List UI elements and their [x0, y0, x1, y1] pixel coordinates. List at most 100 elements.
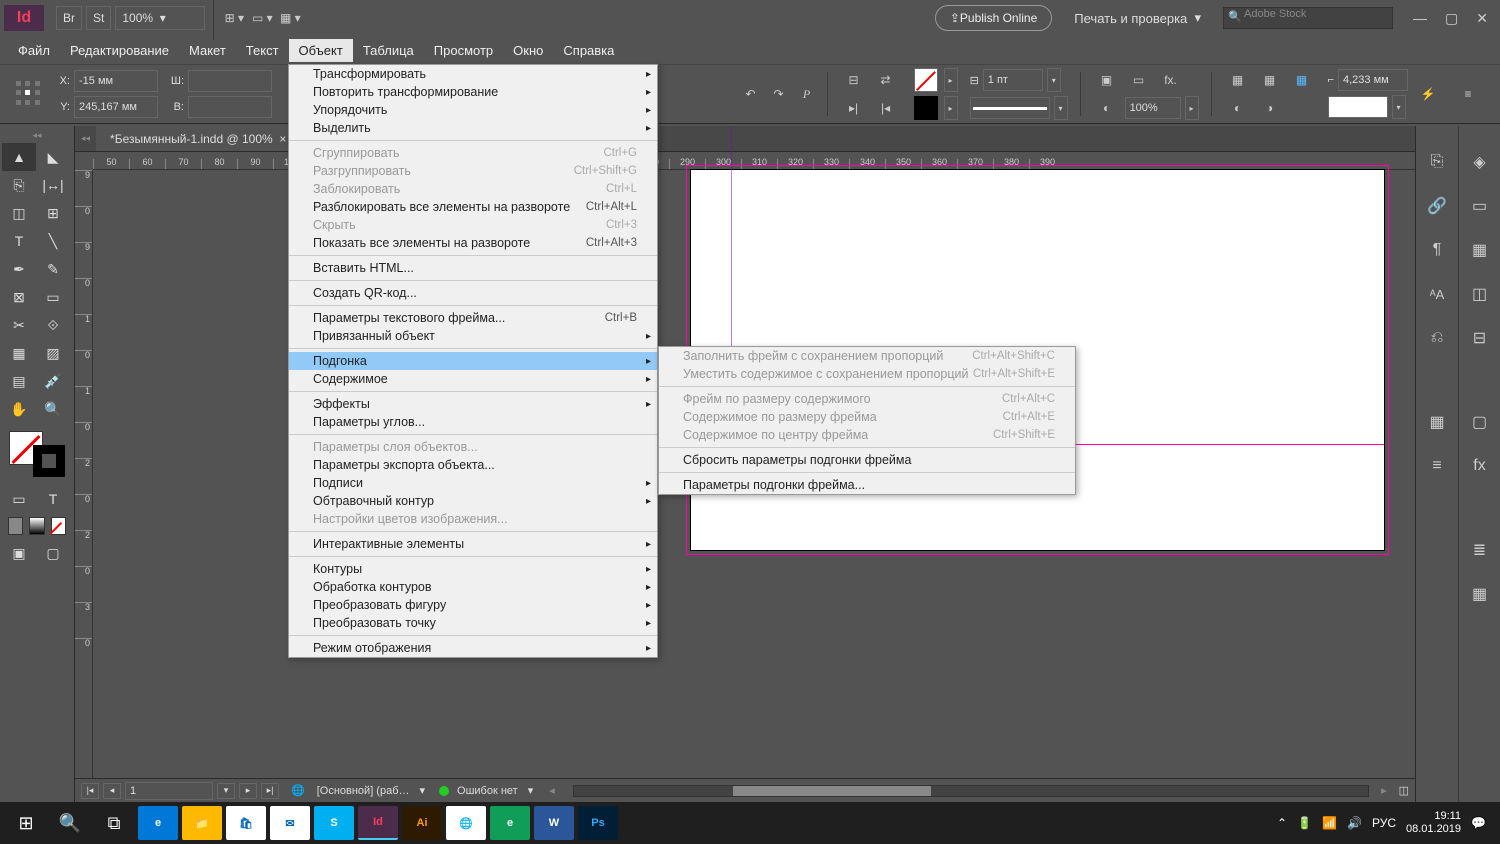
- pen-tool[interactable]: ✒: [2, 255, 36, 283]
- horizontal-scrollbar[interactable]: [573, 785, 1369, 797]
- explorer-app-icon[interactable]: 📁: [182, 806, 222, 840]
- illustrator-app-icon[interactable]: Ai: [402, 806, 442, 840]
- first-page-button[interactable]: |◂: [81, 783, 99, 799]
- apply-none[interactable]: [51, 517, 66, 535]
- edge-app-icon[interactable]: e: [138, 806, 178, 840]
- gradient-panel-icon[interactable]: ◫: [1468, 282, 1492, 306]
- open-icon[interactable]: 🌐: [291, 784, 305, 797]
- publish-online-button[interactable]: ⇪ Publish Online: [935, 5, 1052, 31]
- action-center-icon[interactable]: 💬: [1471, 816, 1486, 830]
- effects-strip-icon[interactable]: ≡: [1425, 454, 1449, 478]
- menu-window[interactable]: Окно: [503, 39, 553, 62]
- frame-fitting-icon[interactable]: ▭: [1127, 68, 1151, 92]
- scissors-tool[interactable]: ✂: [2, 311, 36, 339]
- gap-tool[interactable]: |↔|: [36, 171, 70, 199]
- paper-swatch[interactable]: [1328, 96, 1388, 118]
- menu-object[interactable]: Объект: [289, 39, 353, 62]
- flip-h-icon[interactable]: P: [795, 82, 819, 106]
- start-button[interactable]: ⊞: [4, 802, 48, 844]
- free-transform-tool[interactable]: ⟐: [36, 311, 70, 339]
- opacity-icon[interactable]: ◐: [1095, 96, 1119, 120]
- minimize-icon[interactable]: —: [1413, 10, 1427, 27]
- quick-apply-icon[interactable]: ⚡: [1416, 82, 1440, 106]
- split-view-icon[interactable]: ◫: [1399, 784, 1409, 797]
- auto-fit-icon[interactable]: ▣: [1095, 68, 1119, 92]
- fill-swatch[interactable]: [914, 68, 938, 92]
- align-icon[interactable]: ⊟: [842, 68, 866, 92]
- fill-dd[interactable]: ▸: [944, 68, 958, 92]
- zoom-select[interactable]: 100% ▾: [115, 6, 205, 30]
- word-app-icon[interactable]: W: [534, 806, 574, 840]
- menu-type[interactable]: Текст: [236, 39, 289, 62]
- prev-page-button[interactable]: ◂: [103, 783, 121, 799]
- stroke-dd[interactable]: ▸: [944, 96, 958, 120]
- text-wrap-none-icon[interactable]: ▦: [1226, 68, 1250, 92]
- zoom-tool[interactable]: 🔍: [36, 395, 70, 423]
- layers-panel-icon[interactable]: ◈: [1468, 150, 1492, 174]
- menu-item-вставить-html-[interactable]: Вставить HTML...: [289, 259, 657, 277]
- menu-item-привязанный-объект[interactable]: Привязанный объект: [289, 327, 657, 345]
- menu-item-подписи[interactable]: Подписи: [289, 474, 657, 492]
- fill-stroke-control[interactable]: [7, 429, 67, 479]
- menu-item-выделить[interactable]: Выделить: [289, 119, 657, 137]
- stroke-panel-icon[interactable]: ▭: [1468, 194, 1492, 218]
- battery-icon[interactable]: 🔋: [1297, 816, 1312, 830]
- preview-mode[interactable]: ▢: [36, 539, 70, 567]
- character-panel-icon[interactable]: ᴬA: [1425, 282, 1449, 306]
- rectangle-frame-tool[interactable]: ⊠: [2, 283, 36, 311]
- pencil-tool[interactable]: ✎: [36, 255, 70, 283]
- links-panel-icon[interactable]: 🔗: [1425, 194, 1449, 218]
- line-tool[interactable]: ╲: [36, 227, 70, 255]
- menu-item-преобразовать-точку[interactable]: Преобразовать точку: [289, 614, 657, 632]
- fx-button[interactable]: fx.: [1159, 68, 1183, 92]
- indesign-app-icon[interactable]: Id: [358, 806, 398, 840]
- info-panel-icon[interactable]: ▦: [1468, 582, 1492, 606]
- next-page-button[interactable]: ▸: [239, 783, 257, 799]
- menu-item-содержимое[interactable]: Содержимое: [289, 370, 657, 388]
- submenu-item-сбросить-параметры-подгонки-фрейма[interactable]: Сбросить параметры подгонки фрейма: [659, 451, 1075, 469]
- menu-item-параметры-углов-[interactable]: Параметры углов...: [289, 413, 657, 431]
- normal-view-mode[interactable]: ▣: [2, 539, 36, 567]
- w-input[interactable]: [188, 70, 272, 92]
- page-tool[interactable]: ⎘: [2, 171, 36, 199]
- menu-edit[interactable]: Редактирование: [60, 39, 179, 62]
- select-content-icon[interactable]: |◂: [874, 96, 898, 120]
- type-tool[interactable]: T: [2, 227, 36, 255]
- menu-item-режим-отображения[interactable]: Режим отображения: [289, 639, 657, 657]
- volume-icon[interactable]: 🔊: [1347, 816, 1362, 830]
- apply-color[interactable]: [8, 517, 23, 535]
- clock[interactable]: 19:11 08.01.2019: [1406, 810, 1461, 836]
- apply-gradient[interactable]: [29, 517, 44, 535]
- page-number-input[interactable]: [125, 782, 213, 800]
- arrange-docs-icon[interactable]: ▦ ▾: [278, 6, 302, 30]
- direct-selection-tool[interactable]: ◣: [36, 143, 70, 171]
- stroke-swatch[interactable]: [914, 96, 938, 120]
- align-panel-icon[interactable]: ⊟: [1468, 326, 1492, 350]
- menu-item-обработка-контуров[interactable]: Обработка контуров: [289, 578, 657, 596]
- menu-item-создать-qr-код-[interactable]: Создать QR-код...: [289, 284, 657, 302]
- close-icon[interactable]: ✕: [1476, 10, 1488, 27]
- panel-menu-icon[interactable]: ≡: [1456, 82, 1480, 106]
- menu-item-преобразовать-фигуру[interactable]: Преобразовать фигуру: [289, 596, 657, 614]
- store-app-icon[interactable]: 🛍: [226, 806, 266, 840]
- y-input[interactable]: [74, 96, 158, 118]
- rotate-ccw-icon[interactable]: ↶: [739, 82, 763, 106]
- swatches-panel-icon[interactable]: ▦: [1425, 410, 1449, 434]
- stock-button[interactable]: St: [86, 6, 111, 30]
- content-collector-tool[interactable]: ◫: [2, 199, 36, 227]
- object-styles-panel-icon[interactable]: ▢: [1468, 410, 1492, 434]
- note-tool[interactable]: ▤: [2, 367, 36, 395]
- selection-tool[interactable]: ▲: [2, 143, 36, 171]
- screen-mode-icon[interactable]: ▭ ▾: [250, 6, 274, 30]
- menu-item-показать-все-элементы-на-развороте[interactable]: Показать все элементы на разворотеCtrl+A…: [289, 234, 657, 252]
- hand-tool[interactable]: ✋: [2, 395, 36, 423]
- view-options-icon[interactable]: ⊞ ▾: [222, 6, 246, 30]
- menu-file[interactable]: Файл: [8, 39, 60, 62]
- menu-view[interactable]: Просмотр: [424, 39, 503, 62]
- menu-layout[interactable]: Макет: [179, 39, 236, 62]
- tray-chevron-icon[interactable]: ⌃: [1277, 816, 1287, 830]
- menu-item-трансформировать[interactable]: Трансформировать: [289, 65, 657, 83]
- menu-item-упорядочить[interactable]: Упорядочить: [289, 101, 657, 119]
- document-tab[interactable]: *Безымянный-1.indd @ 100% ×: [96, 126, 300, 151]
- pages-panel-icon[interactable]: ⎘: [1425, 150, 1449, 174]
